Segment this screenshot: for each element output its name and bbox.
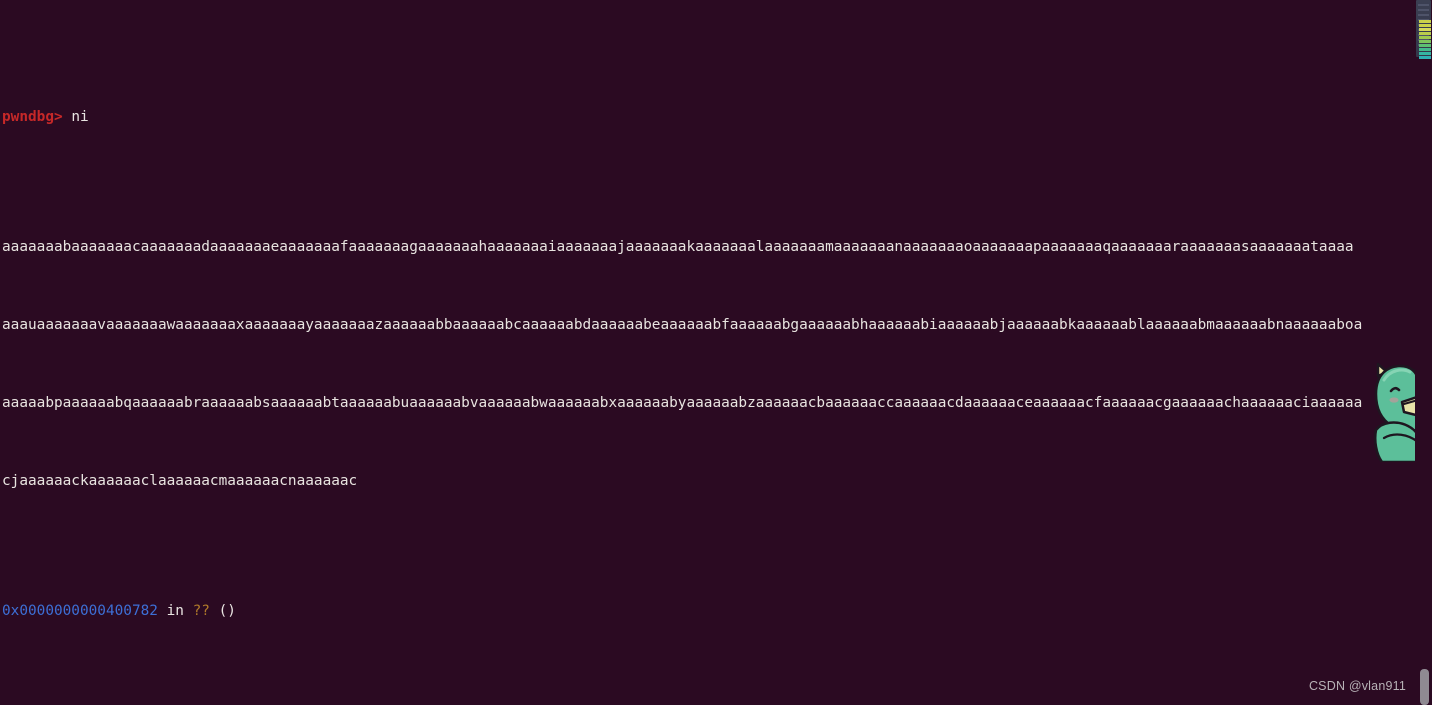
pattern-output-line-1: aaaaaaabaaaaaaacaaaaaaadaaaaaaaeaaaaaaaf… xyxy=(2,239,1354,255)
scrollbar-color-segment xyxy=(1419,28,1431,31)
prompt-line: pwndbg> ni xyxy=(0,104,1432,130)
scrollbar-color-segment xyxy=(1419,48,1431,51)
terminal-scrollbar[interactable] xyxy=(1415,0,1432,705)
watermark-label: CSDN @vlan911 xyxy=(1308,679,1406,693)
command-text: ni xyxy=(71,109,89,125)
terminal-screen[interactable]: pwndbg> ni aaaaaaabaaaaaaacaaaaaaadaaaaa… xyxy=(0,0,1432,705)
scrollbar-color-segment xyxy=(1419,36,1431,39)
scrollbar-notch xyxy=(1418,9,1429,11)
stop-in-keyword: in xyxy=(166,603,184,619)
scrollbar-color-segment xyxy=(1419,24,1431,27)
sp2 xyxy=(184,603,193,619)
stop-location-line: 0x0000000000400782 in ?? () xyxy=(0,598,1432,624)
scrollbar-color-segment xyxy=(1419,20,1431,23)
stop-address: 0x0000000000400782 xyxy=(2,603,158,619)
scrollbar-color-bars xyxy=(1419,20,1431,59)
pattern-output-line-4: cjaaaaaackaaaaaaclaaaaaacmaaaaaacnaaaaaa… xyxy=(2,473,358,489)
scrollbar-notch xyxy=(1418,4,1429,6)
pattern-output-line-2: aaauaaaaaaavaaaaaaawaaaaaaaxaaaaaaayaaaa… xyxy=(2,317,1363,333)
shell-prompt: pwndbg> xyxy=(2,109,63,125)
pattern-output-line-3: aaaaabpaaaaaabqaaaaaabraaaaaabsaaaaaabta… xyxy=(2,395,1363,411)
sp3 xyxy=(210,603,219,619)
scrollbar-notch xyxy=(1418,14,1429,16)
scrollbar-color-segment xyxy=(1419,56,1431,59)
scrollbar-color-segment xyxy=(1419,52,1431,55)
stop-parens: () xyxy=(218,603,236,619)
scrollbar-thumb[interactable] xyxy=(1420,669,1429,705)
scrollbar-color-segment xyxy=(1419,40,1431,43)
scrollbar-color-segment xyxy=(1419,44,1431,47)
stop-function: ?? xyxy=(192,603,210,619)
sp1 xyxy=(158,603,167,619)
scrollbar-color-segment xyxy=(1419,32,1431,35)
